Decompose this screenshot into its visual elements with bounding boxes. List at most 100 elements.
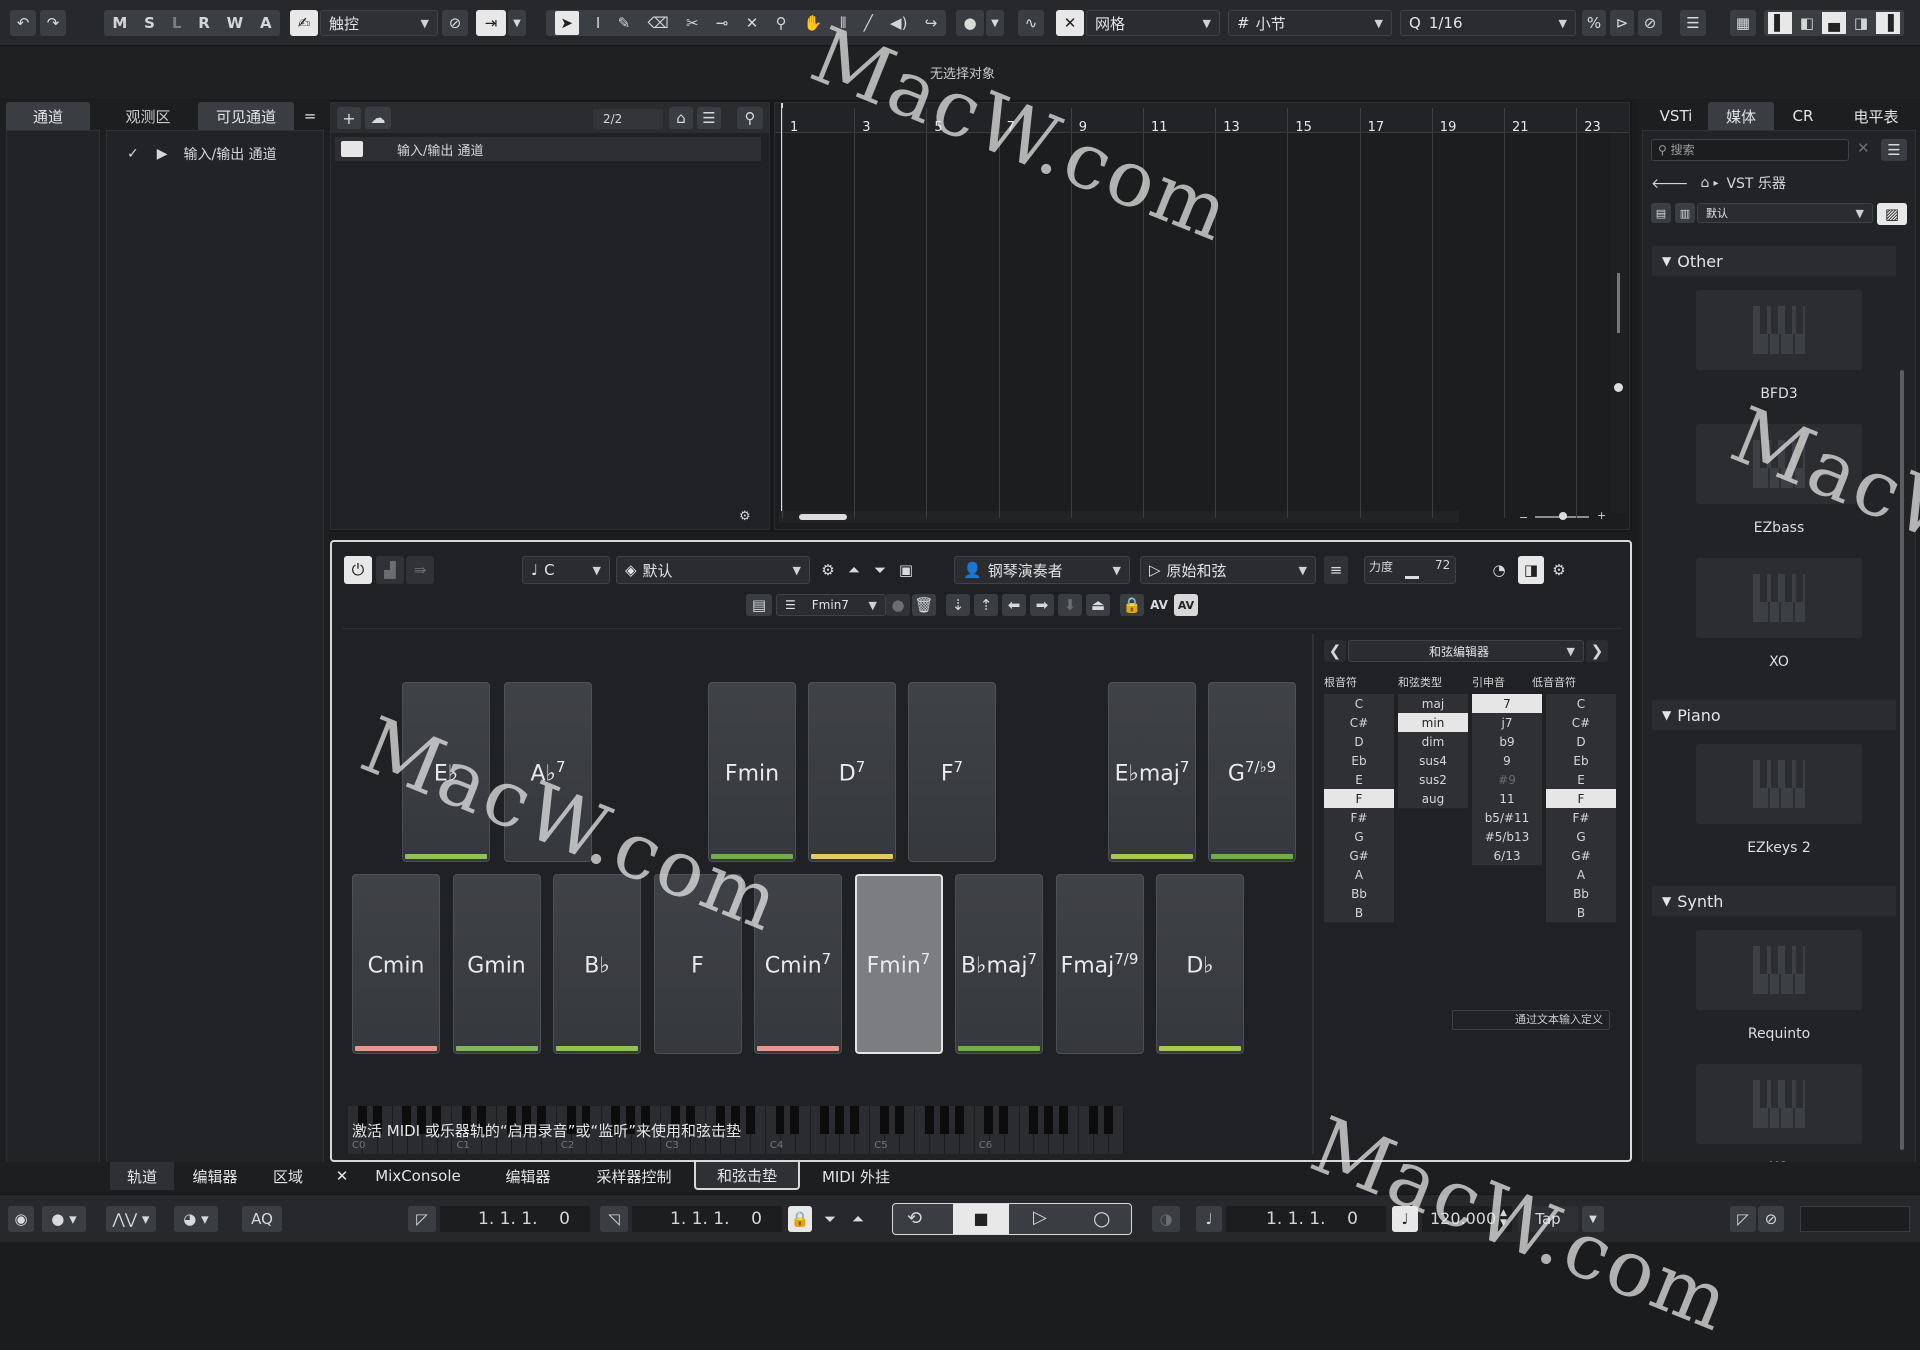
zoom-slider[interactable]: − + (1519, 509, 1609, 524)
position-display[interactable]: 1. 1. 1. 0 (1226, 1206, 1386, 1232)
bass-note-option[interactable]: B (1546, 903, 1616, 923)
vertical-scrollbar[interactable] (1611, 133, 1627, 513)
tab-editor-left[interactable]: 编辑器 (180, 1162, 250, 1190)
track-preset-icon[interactable]: ☁ (365, 107, 391, 129)
root-note-option[interactable]: C# (1324, 713, 1394, 733)
right-locator-display[interactable]: 1. 1. 1. 0 (632, 1206, 782, 1232)
collapse-triangle-icon[interactable]: ▼ (1662, 894, 1671, 908)
move-down-icon[interactable]: ⏷ (868, 556, 892, 584)
piano-black-key[interactable] (954, 1106, 964, 1134)
tension-option[interactable]: j7 (1472, 713, 1542, 733)
chord-pad[interactable]: D♭ (1156, 874, 1244, 1054)
clear-search-icon[interactable]: ✕ (1857, 139, 1870, 157)
root-note-option[interactable]: G# (1324, 846, 1394, 866)
object-select-tool-icon[interactable]: ➤ (554, 11, 579, 35)
tempo-mode-icon[interactable]: ♩ (1392, 1206, 1418, 1232)
velocity-control[interactable]: 力度 72 (1364, 556, 1456, 584)
tab-channel[interactable]: 通道 (6, 102, 90, 130)
root-note-option[interactable]: B (1324, 903, 1394, 923)
chord-pad[interactable]: Fmin7 (854, 874, 943, 1054)
piano-black-key[interactable] (790, 1106, 800, 1134)
tab-midi-inserts[interactable]: MIDI 外挂 (810, 1162, 902, 1190)
automation-mode-icon[interactable]: ✍ (290, 10, 318, 36)
piano-black-key[interactable] (999, 1106, 1009, 1134)
right-locator-icon[interactable]: ◹ (600, 1206, 628, 1232)
root-note-option[interactable]: D (1324, 732, 1394, 752)
punch-loop-icon[interactable]: ⊘ (1758, 1206, 1784, 1232)
chord-pad[interactable]: F (653, 874, 742, 1054)
piano-black-key[interactable] (894, 1106, 904, 1134)
piano-black-key[interactable] (1044, 1106, 1054, 1134)
touch-mode-select[interactable]: 触控 ▼ (320, 10, 438, 36)
media-section-header[interactable]: ▼ Synth (1652, 886, 1896, 916)
punch-in-icon[interactable]: ⏷ (818, 1206, 842, 1232)
chord-pad[interactable]: E♭ (402, 682, 490, 862)
redo-button[interactable]: ↷ (40, 10, 66, 36)
tab-vsti[interactable]: VSTi (1646, 102, 1706, 130)
record-toggle[interactable]: R (198, 14, 210, 32)
piano-black-key[interactable] (1103, 1106, 1113, 1134)
line-tool-icon[interactable]: ╱ (864, 14, 873, 32)
right-zone-toggle-icon[interactable]: ▐ (1876, 12, 1901, 34)
piano-black-key[interactable] (820, 1106, 830, 1134)
media-image-icon[interactable]: ▨ (1877, 203, 1907, 225)
root-note-option[interactable]: G (1324, 827, 1394, 847)
vertical-zoom-handle[interactable] (1614, 383, 1623, 392)
tap-menu[interactable]: ▼ (1582, 1206, 1604, 1232)
move-up-icon[interactable]: ⏶ (842, 556, 866, 584)
show-editor-icon[interactable]: ◨ (1518, 556, 1544, 584)
scroll-thumb[interactable] (799, 514, 847, 520)
tempo-stepper[interactable]: ▲ ▼ (1500, 1208, 1507, 1228)
bass-note-option[interactable]: Bb (1546, 884, 1616, 904)
track-search-icon[interactable]: ⚲ (737, 107, 763, 129)
chord-pad[interactable]: F7 (908, 682, 996, 862)
piano-black-key[interactable] (835, 1106, 845, 1134)
listen-toggle[interactable]: L (172, 14, 182, 32)
audio-mode-icon[interactable]: ⋀⋁ ▾ (106, 1206, 156, 1232)
solo-toggle[interactable]: S (144, 14, 155, 32)
piano-black-key[interactable] (745, 1106, 755, 1134)
list-icon[interactable]: ☰ (697, 107, 721, 129)
grid-type-select[interactable]: # 小节 ▼ (1228, 10, 1392, 36)
preset-select[interactable]: ◈ 默认 ▼ (616, 556, 810, 584)
right-zone-icon[interactable]: ◨ (1854, 14, 1868, 32)
read-toggle[interactable]: A (260, 14, 272, 32)
quantize-select[interactable]: Q 1/16 ▼ (1400, 10, 1576, 36)
bass-note-option[interactable]: A (1546, 865, 1616, 885)
tab-tracks[interactable]: 轨道 (110, 1162, 174, 1190)
write-toggle[interactable]: W (227, 14, 244, 32)
media-section-header[interactable]: ▼ Other (1652, 246, 1896, 276)
chord-select[interactable]: ☰ Fmin7 ▼ (776, 594, 886, 616)
vst-instrument-tile[interactable] (1696, 424, 1862, 504)
color-menu[interactable]: ▼ (986, 10, 1004, 36)
voicing-up-icon[interactable]: ⏏ (1086, 594, 1110, 616)
zoom-in-icon[interactable]: + (1597, 509, 1606, 522)
lower-zone-icon[interactable]: ▄ (1821, 12, 1846, 34)
auto-quantize-button[interactable]: AQ (242, 1206, 282, 1232)
quantize-reset-icon[interactable]: ⊘ (1638, 10, 1662, 36)
visibility-icon[interactable]: ⌂ (669, 107, 693, 129)
chord-pad[interactable]: E♭maj7 (1108, 682, 1196, 862)
collapse-triangle-icon[interactable]: ▼ (1662, 254, 1671, 268)
media-preset-select[interactable]: 默认 ▼ (1697, 203, 1873, 223)
shift-right-icon[interactable]: ➡ (1030, 594, 1054, 616)
chord-editor-next[interactable]: ❯ (1586, 640, 1608, 662)
bass-note-option[interactable]: E (1546, 770, 1616, 790)
zoom-tool-icon[interactable]: ⚲ (776, 14, 787, 32)
chord-type-option[interactable]: sus2 (1398, 770, 1468, 790)
metronome-mode-icon[interactable]: ◕ ▾ (174, 1206, 218, 1232)
shift-left-icon[interactable]: ⬅ (1002, 594, 1026, 616)
tension-option[interactable]: b9 (1472, 732, 1542, 752)
pads-drag-icon[interactable]: ⇛ (406, 556, 434, 584)
tab-observe[interactable]: 观测区 (106, 102, 190, 130)
tension-option[interactable]: 9 (1472, 751, 1542, 771)
track-list-settings-icon[interactable]: ⚙ (739, 509, 751, 524)
chord-type-option[interactable]: dim (1398, 732, 1468, 752)
pads-layout-icon[interactable]: ▟ (376, 556, 404, 584)
tab-visible-channels[interactable]: 可见通道 (198, 102, 294, 130)
chord-pad[interactable]: G7/♭9 (1208, 682, 1296, 862)
root-note-option[interactable]: C (1324, 694, 1394, 714)
left-locator-display[interactable]: 1. 1. 1. 0 (440, 1206, 590, 1232)
bass-note-option[interactable]: C (1546, 694, 1616, 714)
piano-black-key[interactable] (1059, 1106, 1069, 1134)
